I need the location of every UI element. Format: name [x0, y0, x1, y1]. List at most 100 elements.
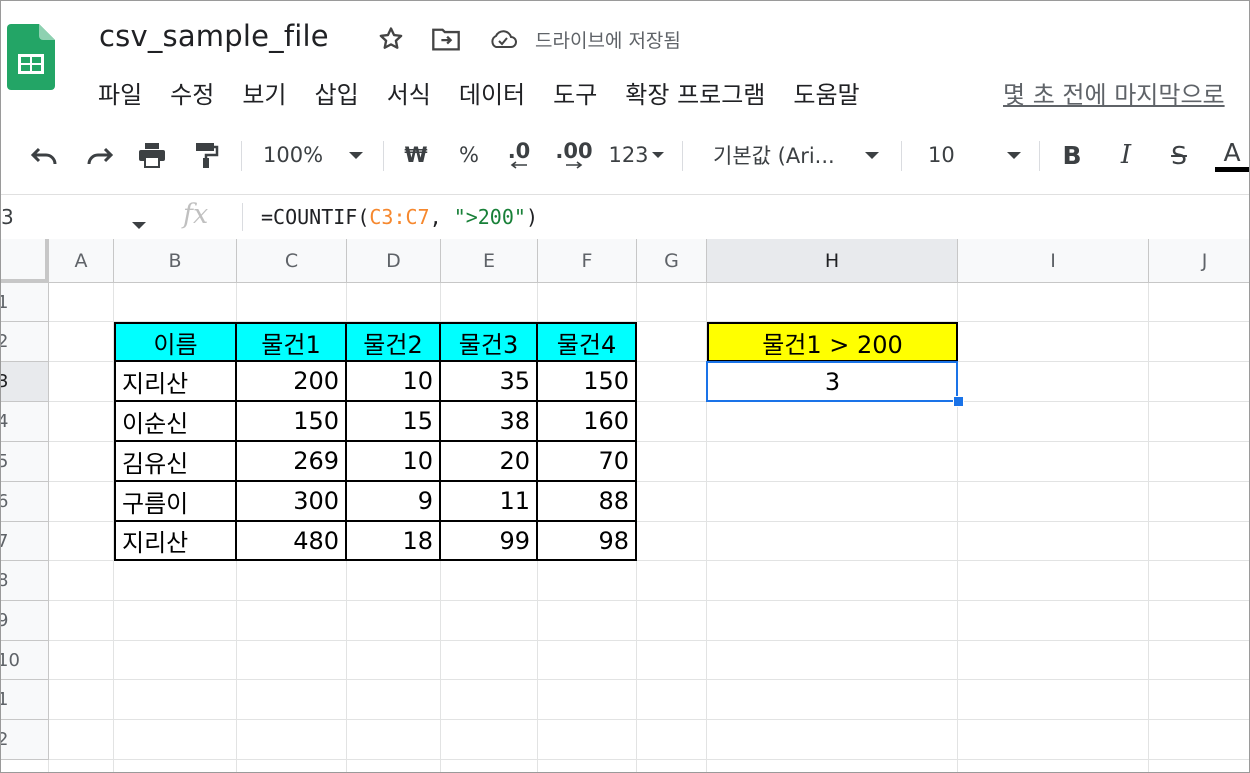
- result-header-cell[interactable]: 물건1 > 200: [707, 322, 958, 362]
- increase-decimal-button[interactable]: .00: [553, 131, 595, 179]
- table-header-cell[interactable]: 이름: [114, 322, 237, 362]
- row-header[interactable]: 6: [1, 482, 49, 522]
- name-box[interactable]: 3: [1, 205, 14, 229]
- more-formats-button[interactable]: 123: [605, 131, 667, 179]
- column-header-a[interactable]: A: [49, 239, 114, 283]
- menu-extensions[interactable]: 확장 프로그램: [625, 75, 765, 110]
- fill-handle[interactable]: [953, 396, 964, 407]
- column-header-d[interactable]: D: [347, 239, 441, 283]
- formula-input[interactable]: =COUNTIF(C3:C7, ">200"): [261, 205, 538, 229]
- last-edit-link[interactable]: 몇 초 전에 마지막으로: [1003, 75, 1225, 110]
- menu-format[interactable]: 서식: [387, 75, 431, 110]
- table-value-cell[interactable]: 150: [237, 402, 347, 442]
- column-header-i[interactable]: I: [958, 239, 1149, 283]
- table-value-cell[interactable]: 35: [441, 362, 538, 402]
- column-header-e[interactable]: E: [441, 239, 538, 283]
- grid-row-line: [1, 640, 1249, 641]
- table-header-cell[interactable]: 물건3: [441, 322, 538, 362]
- table-value-cell[interactable]: 300: [237, 482, 347, 522]
- table-name-cell[interactable]: 지리산: [114, 362, 237, 402]
- grid-row-line: [1, 719, 1249, 720]
- table-value-cell[interactable]: 480: [237, 522, 347, 561]
- menu-help[interactable]: 도움말: [793, 75, 859, 110]
- menu-file[interactable]: 파일: [98, 75, 142, 110]
- column-header-h[interactable]: H: [707, 239, 958, 283]
- font-size-caret-icon[interactable]: [1004, 131, 1024, 179]
- column-header-f[interactable]: F: [538, 239, 637, 283]
- row-header[interactable]: 7: [1, 522, 49, 561]
- move-to-folder-icon[interactable]: [431, 25, 461, 53]
- table-value-cell[interactable]: 88: [538, 482, 637, 522]
- column-header-j[interactable]: J: [1149, 239, 1249, 283]
- table-value-cell[interactable]: 15: [347, 402, 441, 442]
- row-number: 3: [1, 371, 8, 392]
- menu-insert[interactable]: 삽입: [315, 75, 359, 110]
- table-name-cell[interactable]: 지리산: [114, 522, 237, 561]
- table-value-cell[interactable]: 99: [441, 522, 538, 561]
- row-number: 10: [1, 649, 20, 671]
- row-header[interactable]: 9: [1, 601, 49, 641]
- print-icon[interactable]: [134, 131, 170, 179]
- star-icon[interactable]: [376, 25, 406, 53]
- table-value-cell[interactable]: 98: [538, 522, 637, 561]
- font-family-value: 기본값 (Ari...: [713, 144, 835, 168]
- column-header-c[interactable]: C: [237, 239, 347, 283]
- table-value-cell[interactable]: 10: [347, 362, 441, 402]
- table-name-cell[interactable]: 이순신: [114, 402, 237, 442]
- table-value-cell[interactable]: 9: [347, 482, 441, 522]
- table-value-cell[interactable]: 150: [538, 362, 637, 402]
- text-color-button[interactable]: A: [1215, 131, 1249, 179]
- undo-icon[interactable]: [27, 131, 63, 179]
- table-name-cell[interactable]: 김유신: [114, 442, 237, 482]
- table-header-cell[interactable]: 물건4: [538, 322, 637, 362]
- row-header[interactable]: 1: [1, 680, 49, 720]
- select-all-corner[interactable]: [1, 239, 49, 283]
- row-header[interactable]: 8: [1, 561, 49, 601]
- italic-button[interactable]: I: [1111, 131, 1141, 179]
- table-value-cell[interactable]: 10: [347, 442, 441, 482]
- strikethrough-button[interactable]: S: [1164, 131, 1194, 179]
- table-name-cell[interactable]: 구름이: [114, 482, 237, 522]
- currency-format-button[interactable]: ₩: [401, 131, 431, 179]
- table-value-cell[interactable]: 38: [441, 402, 538, 442]
- menu-edit[interactable]: 수정: [170, 75, 214, 110]
- table-value-cell[interactable]: 18: [347, 522, 441, 561]
- paint-format-icon[interactable]: [188, 131, 224, 179]
- percent-format-button[interactable]: %: [454, 131, 484, 179]
- row-header[interactable]: 2: [1, 720, 49, 760]
- row-header[interactable]: 4: [1, 402, 49, 442]
- row-header[interactable]: 5: [1, 442, 49, 482]
- column-header-g[interactable]: G: [637, 239, 707, 283]
- table-value-cell[interactable]: 20: [441, 442, 538, 482]
- font-family-select[interactable]: 기본값 (Ari...: [713, 131, 863, 179]
- row-header[interactable]: 1: [1, 283, 49, 322]
- font-family-caret-icon[interactable]: [862, 131, 882, 179]
- menu-tools[interactable]: 도구: [553, 75, 597, 110]
- menu-data[interactable]: 데이터: [459, 75, 525, 110]
- font-size-select[interactable]: 10: [928, 131, 968, 179]
- row-header[interactable]: 10: [1, 641, 49, 680]
- table-value-cell[interactable]: 11: [441, 482, 538, 522]
- table-value-cell[interactable]: 160: [538, 402, 637, 442]
- menu-view[interactable]: 보기: [242, 75, 286, 110]
- menu-bar: 파일 수정 보기 삽입 서식 데이터 도구 확장 프로그램 도움말: [98, 75, 888, 110]
- document-title[interactable]: csv_sample_file: [99, 19, 329, 53]
- zoom-caret-icon[interactable]: [344, 131, 368, 179]
- table-header-cell[interactable]: 물건2: [347, 322, 441, 362]
- row-header[interactable]: 3: [1, 362, 49, 402]
- bold-button[interactable]: B: [1057, 131, 1087, 179]
- column-header-b[interactable]: B: [114, 239, 237, 283]
- name-box-caret-icon[interactable]: [132, 214, 146, 233]
- table-value-cell[interactable]: 269: [237, 442, 347, 482]
- cloud-saved-icon[interactable]: [488, 25, 518, 53]
- table-header-cell[interactable]: 물건1: [237, 322, 347, 362]
- more-formats-label: 123: [608, 143, 649, 167]
- grid-column-line: [957, 239, 958, 772]
- sheets-logo-icon[interactable]: [7, 24, 55, 90]
- row-header[interactable]: 2: [1, 322, 49, 362]
- decrease-decimal-button[interactable]: .0: [501, 131, 537, 179]
- redo-icon[interactable]: [81, 131, 117, 179]
- zoom-select[interactable]: 100%: [263, 131, 333, 179]
- table-value-cell[interactable]: 200: [237, 362, 347, 402]
- table-value-cell[interactable]: 70: [538, 442, 637, 482]
